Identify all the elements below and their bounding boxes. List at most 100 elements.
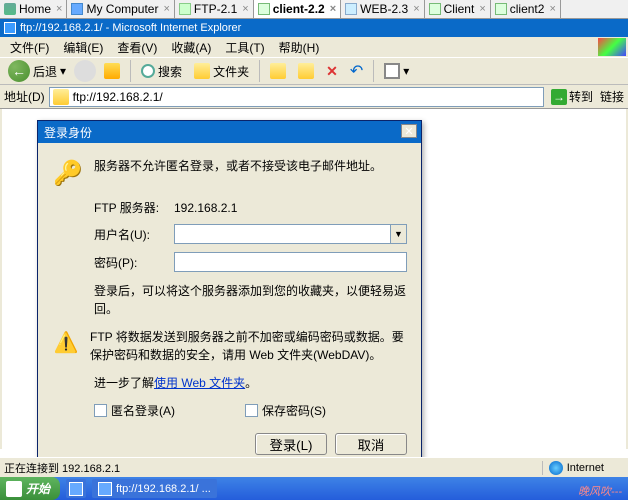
- tab-close-icon[interactable]: ×: [330, 3, 336, 15]
- password-input[interactable]: [174, 252, 407, 272]
- taskbar-item[interactable]: ftp://192.168.2.1/ ...: [92, 479, 217, 498]
- menu-file[interactable]: 文件(F): [4, 37, 55, 58]
- separator: [259, 60, 260, 82]
- login-button[interactable]: 登录(L): [255, 433, 327, 455]
- dialog-tip: 登录后，可以将这个服务器添加到您的收藏夹，以便轻易返回。: [52, 282, 407, 318]
- address-value: ftp://192.168.2.1/: [73, 90, 163, 104]
- dialog-close-button[interactable]: ✕: [401, 124, 417, 138]
- ie-icon: [4, 22, 16, 34]
- copy-icon: [298, 63, 314, 79]
- back-button[interactable]: ← 后退 ▾: [4, 58, 70, 84]
- up-button[interactable]: [100, 61, 124, 81]
- dialog-titlebar: 登录身份 ✕: [38, 121, 421, 143]
- server-label: FTP 服务器:: [94, 199, 174, 216]
- key-icon: 🔑: [52, 157, 84, 189]
- anonymous-checkbox[interactable]: 匿名登录(A): [94, 402, 175, 419]
- server-value: 192.168.2.1: [174, 201, 407, 215]
- tab-label: FTP-2.1: [194, 2, 237, 16]
- status-bar: 正在连接到 192.168.2.1 Internet: [0, 457, 628, 477]
- back-label: 后退: [33, 63, 57, 80]
- host-tabs: Home×My Computer×FTP-2.1×client-2.2×WEB-…: [0, 0, 628, 19]
- username-input[interactable]: [174, 224, 391, 244]
- host-tab[interactable]: FTP-2.1 ×: [175, 0, 254, 18]
- menu-view[interactable]: 查看(V): [111, 37, 163, 58]
- tab-close-icon[interactable]: ×: [479, 3, 485, 15]
- webdav-link[interactable]: 使用 Web 文件夹: [154, 376, 245, 390]
- forward-button[interactable]: [74, 60, 96, 82]
- move-icon: [270, 63, 286, 79]
- menu-edit[interactable]: 编辑(E): [57, 37, 109, 58]
- save-password-checkbox[interactable]: 保存密码(S): [245, 402, 326, 419]
- tab-label: WEB-2.3: [360, 2, 408, 16]
- delete-button[interactable]: ✕: [322, 61, 342, 82]
- app-icon: [69, 482, 83, 496]
- tab-icon: [4, 3, 16, 15]
- menu-favorites[interactable]: 收藏(A): [165, 37, 217, 58]
- login-dialog: 登录身份 ✕ 🔑 服务器不允许匿名登录，或者不接受该电子邮件地址。 FTP 服务…: [37, 120, 422, 468]
- watermark-signature: 晚风吹---: [578, 483, 622, 499]
- quick-launch-button[interactable]: [66, 479, 86, 498]
- views-button[interactable]: ▾: [380, 61, 413, 81]
- undo-button[interactable]: ↶: [346, 59, 367, 83]
- warning-icon: ⚠️: [52, 328, 80, 356]
- copy-button[interactable]: [294, 61, 318, 81]
- status-zone: Internet: [542, 461, 624, 475]
- separator: [373, 60, 374, 82]
- back-arrow-icon: ←: [8, 60, 30, 82]
- toolbar: ← 后退 ▾ 搜索 文件夹 ✕ ↶ ▾: [0, 57, 628, 85]
- tab-label: Home: [19, 2, 51, 16]
- chevron-down-icon: ▾: [60, 64, 66, 78]
- taskbar: 开始 ftp://192.168.2.1/ ...: [0, 477, 628, 500]
- dialog-message: 服务器不允许匿名登录，或者不接受该电子邮件地址。: [94, 157, 407, 175]
- host-tab[interactable]: My Computer ×: [67, 0, 174, 18]
- status-text: 正在连接到 192.168.2.1: [4, 460, 542, 476]
- tab-close-icon[interactable]: ×: [56, 3, 62, 15]
- menubar: 文件(F) 编辑(E) 查看(V) 收藏(A) 工具(T) 帮助(H): [0, 37, 628, 57]
- views-icon: [384, 63, 400, 79]
- tab-icon: [71, 3, 83, 15]
- tab-close-icon[interactable]: ×: [242, 3, 248, 15]
- host-tab[interactable]: client2×: [491, 0, 561, 18]
- windows-logo-icon: [598, 38, 626, 56]
- go-label: 转到: [569, 88, 593, 105]
- folders-button[interactable]: 文件夹: [190, 61, 253, 82]
- host-tab[interactable]: WEB-2.3 ×: [341, 0, 424, 18]
- start-button[interactable]: 开始: [0, 477, 60, 500]
- address-bar: 地址(D) ftp://192.168.2.1/ → 转到 链接: [0, 85, 628, 109]
- dialog-learn-more: 进一步了解使用 Web 文件夹。: [52, 374, 407, 392]
- username-dropdown-button[interactable]: ▼: [391, 224, 407, 244]
- window-title: ftp://192.168.2.1/ - Microsoft Internet …: [20, 22, 241, 34]
- links-label[interactable]: 链接: [600, 88, 624, 105]
- address-label: 地址(D): [4, 88, 45, 105]
- username-label: 用户名(U):: [94, 226, 174, 243]
- host-tab[interactable]: Client×: [425, 0, 491, 18]
- checkbox-icon: [245, 404, 258, 417]
- tab-icon: [495, 3, 507, 15]
- move-button[interactable]: [266, 61, 290, 81]
- host-tab[interactable]: Home ×: [0, 0, 67, 18]
- menu-help[interactable]: 帮助(H): [273, 37, 326, 58]
- tab-label: client-2.2: [273, 2, 325, 16]
- folder-icon: [194, 63, 210, 79]
- tab-close-icon[interactable]: ×: [549, 3, 555, 15]
- taskbar-item-label: ftp://192.168.2.1/ ...: [116, 483, 211, 495]
- tab-close-icon[interactable]: ×: [163, 3, 169, 15]
- dialog-warning: FTP 将数据发送到服务器之前不加密或编码密码或数据。要保护密码和数据的安全，请…: [90, 328, 407, 364]
- dialog-title: 登录身份: [44, 124, 92, 141]
- ie-icon: [98, 482, 112, 496]
- up-folder-icon: [104, 63, 120, 79]
- go-button[interactable]: → 转到: [548, 88, 596, 105]
- windows-flag-icon: [6, 481, 22, 497]
- window-titlebar: ftp://192.168.2.1/ - Microsoft Internet …: [0, 19, 628, 37]
- address-input[interactable]: ftp://192.168.2.1/: [49, 87, 544, 107]
- cancel-button[interactable]: 取消: [335, 433, 407, 455]
- go-arrow-icon: →: [551, 89, 567, 105]
- tab-icon: [179, 3, 191, 15]
- checkbox-icon: [94, 404, 107, 417]
- tab-label: My Computer: [86, 2, 158, 16]
- tab-close-icon[interactable]: ×: [413, 3, 419, 15]
- menu-tools[interactable]: 工具(T): [219, 37, 270, 58]
- host-tab[interactable]: client-2.2 ×: [254, 0, 341, 18]
- status-zone-label: Internet: [567, 462, 604, 474]
- search-button[interactable]: 搜索: [137, 61, 186, 82]
